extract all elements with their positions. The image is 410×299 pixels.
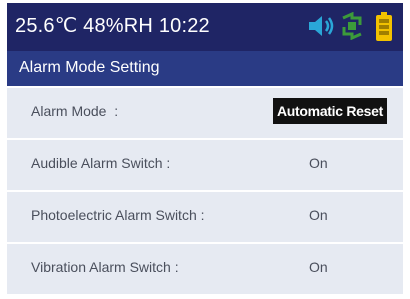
page-title: Alarm Mode Setting xyxy=(19,59,160,76)
status-readout: 25.6℃ 48%RH 10:22 xyxy=(15,15,210,37)
recycle-icon xyxy=(339,11,365,44)
setting-alarm-mode[interactable]: Alarm Mode : Automatic Reset xyxy=(7,86,403,138)
device-screen: 25.6℃ 48%RH 10:22 Alarm Mode Setting Ala… xyxy=(7,3,403,297)
setting-label: Photoelectric Alarm Switch : xyxy=(31,207,205,223)
setting-value[interactable]: Automatic Reset xyxy=(273,98,387,124)
speaker-icon xyxy=(307,12,335,44)
setting-vibration-alarm[interactable]: Vibration Alarm Switch : On xyxy=(7,242,403,294)
setting-value[interactable]: On xyxy=(309,155,328,171)
setting-value[interactable]: On xyxy=(309,259,328,275)
setting-label: Vibration Alarm Switch : xyxy=(31,259,179,275)
title-bar: Alarm Mode Setting xyxy=(7,51,403,86)
settings-list: Alarm Mode : Automatic Reset Audible Ala… xyxy=(7,86,403,294)
setting-audible-alarm[interactable]: Audible Alarm Switch : On xyxy=(7,138,403,190)
setting-photoelectric-alarm[interactable]: Photoelectric Alarm Switch : On xyxy=(7,190,403,242)
setting-label: Alarm Mode : xyxy=(31,103,119,119)
status-bar: 25.6℃ 48%RH 10:22 xyxy=(7,3,403,51)
setting-label: Audible Alarm Switch : xyxy=(31,155,171,171)
battery-icon xyxy=(375,12,393,46)
setting-value[interactable]: On xyxy=(309,207,328,223)
